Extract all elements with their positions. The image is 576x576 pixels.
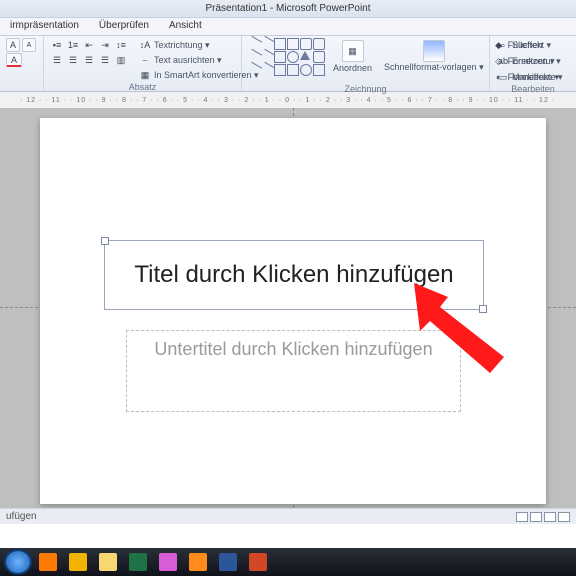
subtitle-placeholder[interactable]: Untertitel durch Klicken hinzufügen: [126, 330, 461, 412]
arrange-icon: ▦: [342, 40, 364, 62]
align-justify-button[interactable]: ☰: [98, 53, 112, 67]
numbering-button[interactable]: 1≡: [66, 38, 80, 52]
tab-view[interactable]: Ansicht: [159, 18, 212, 35]
text-direction-button[interactable]: Textrichtung ▾: [154, 40, 210, 51]
replace-button[interactable]: Ersetzen ▾: [512, 56, 555, 67]
taskbar-word[interactable]: [214, 551, 242, 573]
taskbar-paint[interactable]: [154, 551, 182, 573]
tab-review[interactable]: Überprüfen: [89, 18, 159, 35]
indent-dec-button[interactable]: ⇤: [82, 38, 96, 52]
windows-icon: [4, 549, 32, 575]
group-label-edit: Bearbeiten: [496, 84, 570, 95]
view-switcher[interactable]: [516, 512, 570, 522]
taskbar-powerpoint[interactable]: [244, 551, 272, 573]
taskbar-folder[interactable]: [94, 551, 122, 573]
select-icon: ▭: [496, 70, 510, 84]
arrange-button[interactable]: ▦ Anordnen: [329, 38, 376, 75]
group-label-draw: Zeichnung: [248, 84, 483, 95]
window-title: Präsentation1 - Microsoft PowerPoint: [0, 0, 576, 18]
find-button[interactable]: Suchen: [512, 40, 543, 50]
taskbar-outlook[interactable]: [64, 551, 92, 573]
subtitle-placeholder-text: Untertitel durch Klicken hinzufügen: [154, 339, 432, 360]
slide-canvas[interactable]: Titel durch Klicken hinzufügen Untertite…: [40, 118, 546, 504]
select-button[interactable]: Markieren ▾: [512, 72, 559, 83]
title-placeholder[interactable]: Titel durch Klicken hinzufügen: [104, 240, 484, 310]
slide-workspace: Titel durch Klicken hinzufügen Untertite…: [0, 108, 576, 508]
font-shrink-button[interactable]: A: [22, 38, 36, 52]
tab-slideshow[interactable]: irmpräsentation: [0, 18, 89, 35]
excel-icon: [129, 553, 147, 571]
taskbar: [0, 548, 576, 576]
group-label-font: [6, 80, 37, 91]
columns-button[interactable]: ▥: [114, 53, 128, 67]
text-align-button[interactable]: Text ausrichten ▾: [154, 55, 222, 66]
replace-icon: ab: [496, 54, 510, 68]
powerpoint-icon: [249, 553, 267, 571]
quickstyles-button[interactable]: Schnellformat-vorlagen ▾: [380, 38, 488, 74]
folder-icon: [99, 553, 117, 571]
quickstyles-icon: [423, 40, 445, 62]
linespacing-button[interactable]: ↕≡: [114, 38, 128, 52]
align-left-button[interactable]: ☰: [50, 53, 64, 67]
bullets-button[interactable]: ▪≡: [50, 38, 64, 52]
ribbon-tabs: irmpräsentation Überprüfen Ansicht: [0, 18, 576, 36]
smartart-icon: ▦: [138, 68, 152, 82]
paint-icon: [159, 553, 177, 571]
word-icon: [219, 553, 237, 571]
taskbar-firefox[interactable]: [34, 551, 62, 573]
shapes-gallery[interactable]: [248, 38, 325, 76]
title-placeholder-text: Titel durch Klicken hinzufügen: [134, 261, 453, 289]
find-icon: ⌕: [496, 38, 510, 52]
ribbon: A A A ▪≡ 1≡ ⇤ ⇥ ↕≡ ☰ ☰ ☰: [0, 36, 576, 92]
status-bar: ufügen: [0, 508, 576, 524]
taskbar-media[interactable]: [184, 551, 212, 573]
indent-inc-button[interactable]: ⇥: [98, 38, 112, 52]
start-button[interactable]: [4, 551, 32, 573]
textalign-icon: ⎯: [138, 53, 152, 67]
font-grow-button[interactable]: A: [6, 38, 20, 52]
textdir-icon: ↕A: [138, 38, 152, 52]
firefox-icon: [39, 553, 57, 571]
status-text: ufügen: [6, 511, 37, 522]
taskbar-excel[interactable]: [124, 551, 152, 573]
font-color-button[interactable]: A: [6, 53, 22, 67]
align-right-button[interactable]: ☰: [82, 53, 96, 67]
align-center-button[interactable]: ☰: [66, 53, 80, 67]
media-icon: [189, 553, 207, 571]
outlook-icon: [69, 553, 87, 571]
group-label-para: Absatz: [50, 82, 235, 93]
